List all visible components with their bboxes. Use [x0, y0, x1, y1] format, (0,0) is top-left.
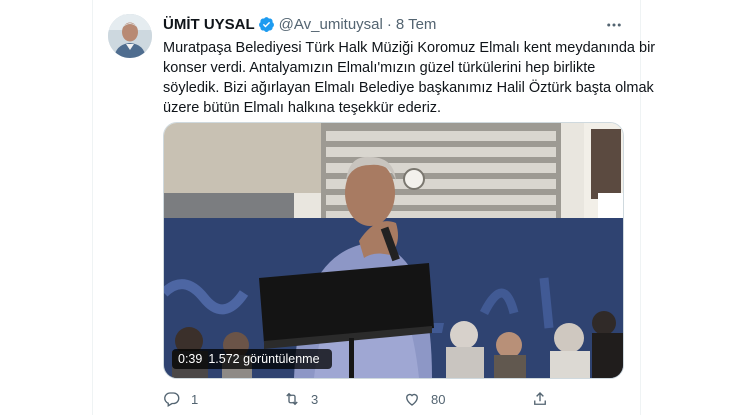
retweet-icon	[286, 392, 298, 406]
tweet-text-line: konser verdi. Antalyamızın Elmalı'mızın …	[163, 60, 596, 76]
video-frame	[164, 123, 623, 378]
like-icon	[406, 393, 418, 406]
tweet-actions: 1 3 80	[163, 390, 603, 410]
author-name[interactable]: ÜMİT UYSAL	[163, 16, 255, 33]
like-count: 80	[431, 391, 446, 407]
video-overlay: 0:39 1.572 görüntülenme	[172, 349, 332, 369]
reply-count: 1	[191, 391, 199, 407]
verified-badge-icon	[258, 16, 275, 33]
like-button[interactable]: 80	[403, 390, 445, 408]
avatar[interactable]	[108, 14, 152, 58]
tweet-text-line: söyledik. Bizi ağırlayan Elmalı Belediye…	[163, 80, 654, 96]
tweet-header: ÜMİT UYSAL @Av_umituysal · 8 Tem	[163, 14, 436, 34]
reply-icon	[164, 392, 180, 407]
separator-dot: ·	[386, 15, 392, 33]
retweet-count: 3	[311, 391, 319, 407]
share-icon	[534, 392, 546, 405]
tweet-text: Muratpaşa Belediyesi Türk Halk Müziği Ko…	[163, 38, 656, 118]
more-icon[interactable]	[604, 15, 624, 35]
tweet-text-line: üzere bütün Elmalı halkına teşekkür eder…	[163, 100, 442, 116]
reply-button[interactable]: 1	[163, 390, 198, 408]
author-handle[interactable]: @Av_umituysal	[279, 16, 383, 33]
tweet-timestamp[interactable]: 8 Tem	[396, 16, 437, 33]
share-button[interactable]	[531, 390, 549, 408]
video-views: 1.572 görüntülenme	[208, 352, 320, 366]
tweet-text-line: Muratpaşa Belediyesi Türk Halk Müziği Ko…	[163, 40, 656, 56]
video-player[interactable]: 0:39 1.572 görüntülenme	[163, 122, 624, 379]
retweet-button[interactable]: 3	[283, 390, 318, 408]
video-duration: 0:39	[178, 352, 203, 366]
